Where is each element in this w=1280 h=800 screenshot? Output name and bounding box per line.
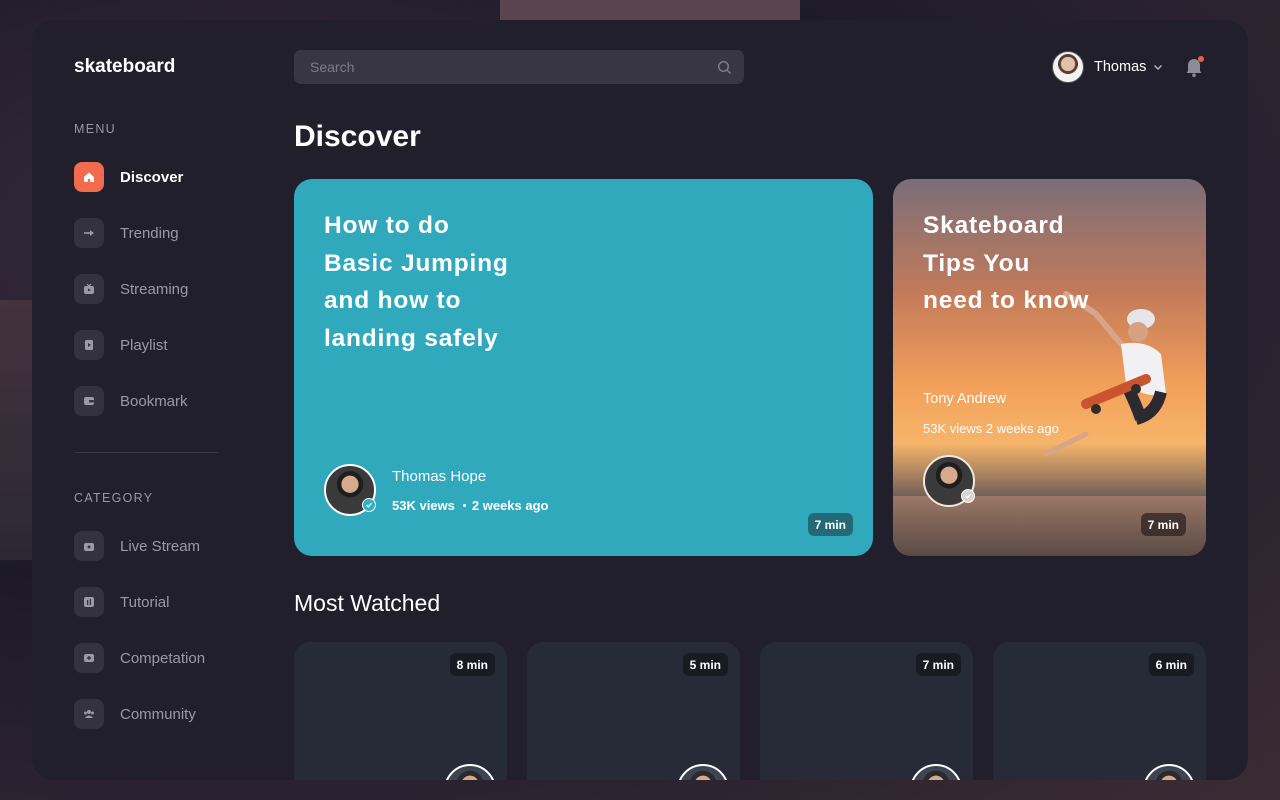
live-stream-icon [74,531,104,561]
card-title: Skateboard Tips You need to know [923,212,1090,314]
sidebar-item-playlist[interactable]: Playlist [74,330,168,360]
sidebar-item-competition[interactable]: Competation [74,643,205,673]
author-avatar[interactable] [324,464,376,516]
competition-icon [74,643,104,673]
featured-card[interactable]: How to do Basic Jumping and how to landi… [294,179,873,556]
sidebar-item-tutorial[interactable]: Tutorial [74,587,169,617]
user-name: Thomas [1094,59,1147,75]
video-card[interactable]: 6 min [993,642,1206,780]
background-decoration [0,300,32,560]
sidebar-item-live-stream[interactable]: Live Stream [74,531,200,561]
duration-badge: 5 min [682,653,728,676]
most-watched-title: Most Watched [294,590,441,616]
notification-dot [1198,56,1204,62]
verified-icon [362,498,376,512]
author-avatar[interactable] [677,764,729,780]
user-menu[interactable]: Thomas [1052,51,1164,83]
sidebar-item-label: Competation [120,649,206,667]
category-section-label: CATEGORY [74,491,154,505]
trending-icon [74,218,104,248]
sidebar-item-streaming[interactable]: Streaming [74,274,188,304]
author-name[interactable]: Thomas Hope [392,468,486,485]
sidebar-item-community[interactable]: Community [74,699,196,729]
sidebar-item-label: Streaming [120,280,189,298]
background-decoration [500,0,800,20]
sidebar-item-label: Playlist [120,336,168,354]
tutorial-icon [74,587,104,617]
author-avatar[interactable] [1143,764,1195,780]
sidebar-item-trending[interactable]: Trending [74,218,179,248]
page-title: Discover [294,120,421,153]
sidebar-item-label: Bookmark [120,392,188,410]
featured-card[interactable]: Skateboard Tips You need to know Tony An… [893,179,1206,556]
duration-badge: 6 min [1148,653,1194,676]
video-card[interactable]: 5 min [527,642,740,780]
bookmark-icon [74,386,104,416]
sidebar-item-label: Tutorial [120,593,170,611]
sidebar-item-label: Trending [120,224,179,242]
card-meta: 53K views 2 weeks ago [923,421,1059,436]
video-card[interactable]: 8 min [294,642,507,780]
sidebar-item-discover[interactable]: Discover [74,162,183,192]
duration-badge: 7 min [1140,513,1186,536]
menu-section-label: MENU [74,122,117,136]
notification-bell-icon[interactable] [1184,56,1208,80]
views-count: 53K views [392,498,455,513]
duration-badge: 7 min [915,653,961,676]
community-icon [74,699,104,729]
sidebar-item-label: Community [120,705,196,723]
author-name[interactable]: Tony Andrew [923,391,1006,407]
sidebar-item-label: Discover [120,168,184,186]
sidebar-divider [74,452,218,453]
search-input[interactable] [294,59,704,75]
author-avatar[interactable] [923,455,975,507]
sidebar-item-label: Live Stream [120,537,201,555]
video-card[interactable]: 7 min [760,642,973,780]
streaming-icon [74,274,104,304]
playlist-icon [74,330,104,360]
author-avatar[interactable] [910,764,962,780]
sidebar-item-bookmark[interactable]: Bookmark [74,386,188,416]
app-logo[interactable]: skateboard [74,56,175,78]
home-icon [74,162,104,192]
duration-badge: 8 min [449,653,495,676]
card-meta: 53K views 2 weeks ago [392,498,548,513]
author-avatar[interactable] [444,764,496,780]
duration-badge: 7 min [807,513,853,536]
chevron-down-icon [1152,61,1164,73]
search-icon[interactable] [704,60,744,75]
search-bar [294,50,744,84]
avatar [1052,51,1084,83]
app-window: skateboard MENU Discover Trending Stream… [32,20,1248,780]
upload-age: 2 weeks ago [471,498,549,513]
verified-icon [961,489,975,503]
card-title: How to do Basic Jumping and how to landi… [324,212,509,352]
